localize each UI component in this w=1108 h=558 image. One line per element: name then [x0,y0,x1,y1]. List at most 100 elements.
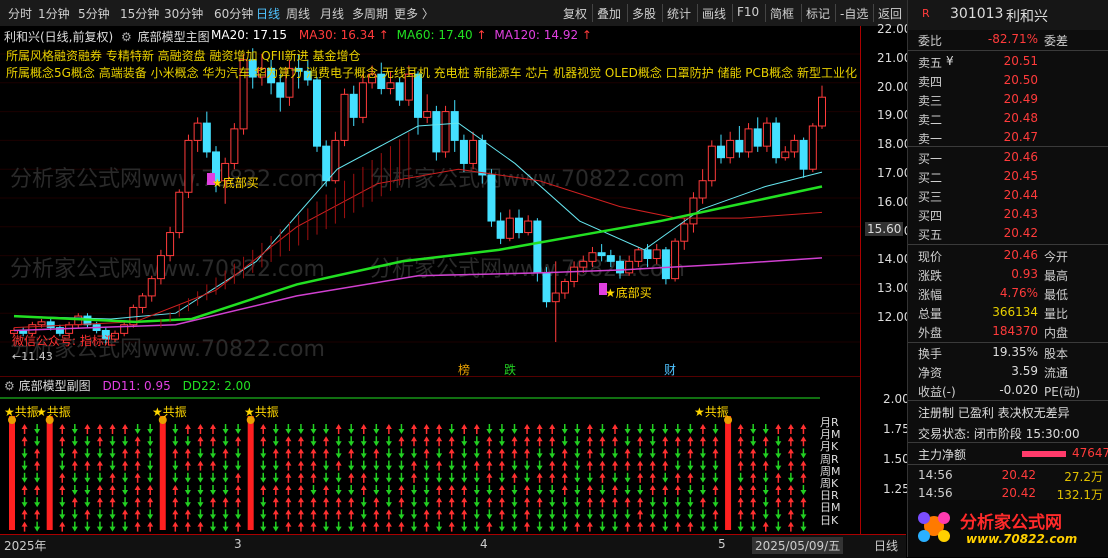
style-concepts: 所属风格融资融券 专精特新 高融资盘 融资增加 QFII新进 基金增仓 [6,49,361,63]
candle-body [726,139,735,159]
logo-text: 分析家公式网 [960,513,1062,533]
price-axis[interactable]: 22.0021.0020.0019.0018.0017.0016.0015.00… [860,22,911,534]
ma60-label: MA60: 17.40 [396,28,473,42]
sub-tick: 2.00 [883,392,910,406]
toolbar-stats[interactable]: 统计 [667,5,691,22]
resonance-label: ★共振 [36,405,71,419]
candle-body [570,266,579,283]
wechat-label: 微信公众号: 指标汇 [12,334,116,348]
toolbar-multi-stock[interactable]: 多股 [632,5,656,22]
sell-level-2[interactable]: 卖二 20.48 [908,110,1108,128]
sub-chart[interactable] [0,376,860,534]
sub-row-label: 月M [820,428,841,442]
candle-body [147,278,156,297]
stock-flag-icon: R [922,7,930,20]
trade-status: 交易状态: 闭市阶段 15:30:00 [918,427,1080,441]
ma30-label: MA30: 16.34 [298,28,375,42]
buy-level-5[interactable]: 买五 20.42 [908,225,1108,243]
toolbar-60min[interactable]: 60分钟 [214,5,253,22]
resonance-label: ★共振 [244,405,279,419]
candle-body [790,139,799,153]
sub-row-label: 日M [820,501,841,515]
toolbar-mark[interactable]: 标记 [806,5,830,22]
stat-row: 涨幅 4.76% 最低 [918,286,1069,302]
candle-body [441,111,450,153]
candle-body [386,82,395,90]
candle-body [276,82,285,98]
candle-body [652,249,661,259]
stat-row: 收益(-) -0.020 PE(动) [918,383,1081,399]
toolbar-add-watch[interactable]: -自选 [840,5,868,22]
toolbar-back[interactable]: 返回 [878,5,902,22]
toolbar-multi-period[interactable]: 多周期 [352,5,388,22]
toolbar-5min[interactable]: 5分钟 [78,5,110,22]
candle-body [313,79,321,147]
logo-url: www.70822.com [966,532,1078,546]
candle-body [762,122,771,147]
resonance-label: ★共振 [152,405,187,419]
candle-body [184,139,193,193]
toolbar-fenshi[interactable]: 分时 [8,5,32,22]
sell-level-4[interactable]: 卖四 20.50 [908,72,1108,90]
toolbar-overlay[interactable]: 叠加 [597,5,621,22]
period-label: 日线 [874,539,899,553]
sell-level-5[interactable]: 卖五 ¥20.51 [908,53,1108,71]
candle-body [423,111,432,118]
candle-body [606,255,615,262]
sub-row-label: 周M [820,464,841,478]
candle-body [542,272,551,303]
candle-body [698,180,707,199]
stat-row: 净资 3.59 流通 [918,364,1069,380]
logo-area: 分析家公式网 www.70822.com [908,500,1108,557]
candle-body [689,197,698,225]
toolbar-more[interactable]: 更多 〉 [394,5,434,22]
sub-row-label: 周K [820,476,839,490]
resonance-label: ★共振 [694,405,729,419]
buy-level-4[interactable]: 买四 20.43 [908,206,1108,224]
dd22-label: DD22: 2.00 [182,379,251,393]
buy-level-1[interactable]: 买一 20.46 [908,149,1108,167]
candle-body [459,139,468,164]
toolbar-simple-frame[interactable]: 简框 [770,5,794,22]
candle-body [166,232,175,257]
toolbar-weekly[interactable]: 周线 [286,5,310,22]
sub-row-labels: 月R 月M 月K 周R 周M 周K 日R 日M 日K [820,414,850,527]
toolbar-monthly[interactable]: 月线 [320,5,344,22]
sub-row-label: 日K [820,513,839,527]
candle-body [579,260,588,268]
toolbar-1min[interactable]: 1分钟 [38,5,70,22]
candle-body [469,139,478,164]
ma120-label: MA120: 14.92 [494,28,579,42]
candle-body [551,292,560,303]
logo-icon [918,512,950,542]
sell-level-1[interactable]: 卖一 20.47 [908,129,1108,147]
sub-row-label: 月K [820,440,839,454]
candle-body [46,321,55,329]
candle-body [680,223,689,242]
ma-legend: MA20: 17.15 MA30: 16.34 ↑ MA60: 17.40 ↑ … [211,28,592,42]
buy-level-3[interactable]: 买三 20.44 [908,187,1108,205]
sub-tick: 1.25 [883,482,910,496]
candle-body [735,139,744,153]
candle-body [138,295,147,308]
bottom-buy-label-2: ★底部买 [605,286,652,300]
candle-body [358,82,367,118]
candle-body [450,111,459,141]
toolbar-15min[interactable]: 15分钟 [120,5,159,22]
sell-level-3[interactable]: 卖三 20.49 [908,91,1108,109]
cursor-date: 2025/05/09/五 [752,537,844,554]
candle-body [717,145,725,159]
dd11-label: DD11: 0.95 [102,379,171,393]
toolbar-fuquan[interactable]: 复权 [563,5,587,22]
toolbar-daily[interactable]: 日线 [256,5,280,22]
sub-row-label: 月R [820,416,839,429]
toolbar-draw-line[interactable]: 画线 [702,5,726,22]
candle-body [625,260,634,274]
toolbar-f10[interactable]: F10 [737,5,759,19]
main-flow-value: 47647 [1072,446,1108,460]
resonance-bar [247,416,254,530]
candle-body [772,122,781,159]
candle-body [230,128,239,164]
toolbar-30min[interactable]: 30分钟 [164,5,203,22]
buy-level-2[interactable]: 买二 20.45 [908,168,1108,186]
